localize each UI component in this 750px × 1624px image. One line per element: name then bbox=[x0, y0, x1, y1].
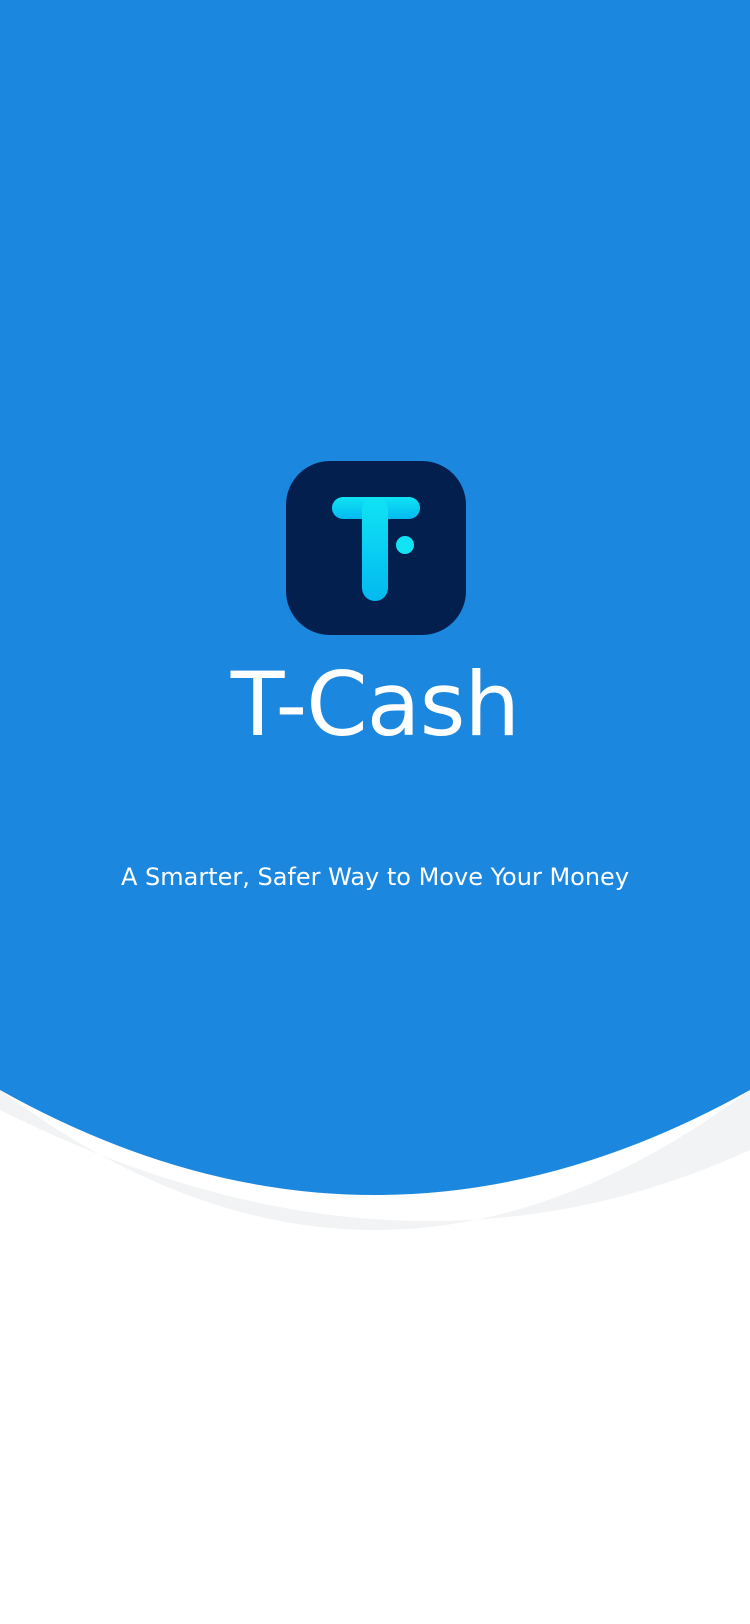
t-cash-logo-icon bbox=[286, 461, 466, 635]
splash-background bbox=[0, 0, 750, 1230]
splash-screen: T-Cash A Smarter, Safer Way to Move Your… bbox=[0, 0, 750, 1624]
app-name: T-Cash bbox=[230, 653, 520, 756]
app-tagline: A Smarter, Safer Way to Move Your Money bbox=[120, 863, 630, 891]
